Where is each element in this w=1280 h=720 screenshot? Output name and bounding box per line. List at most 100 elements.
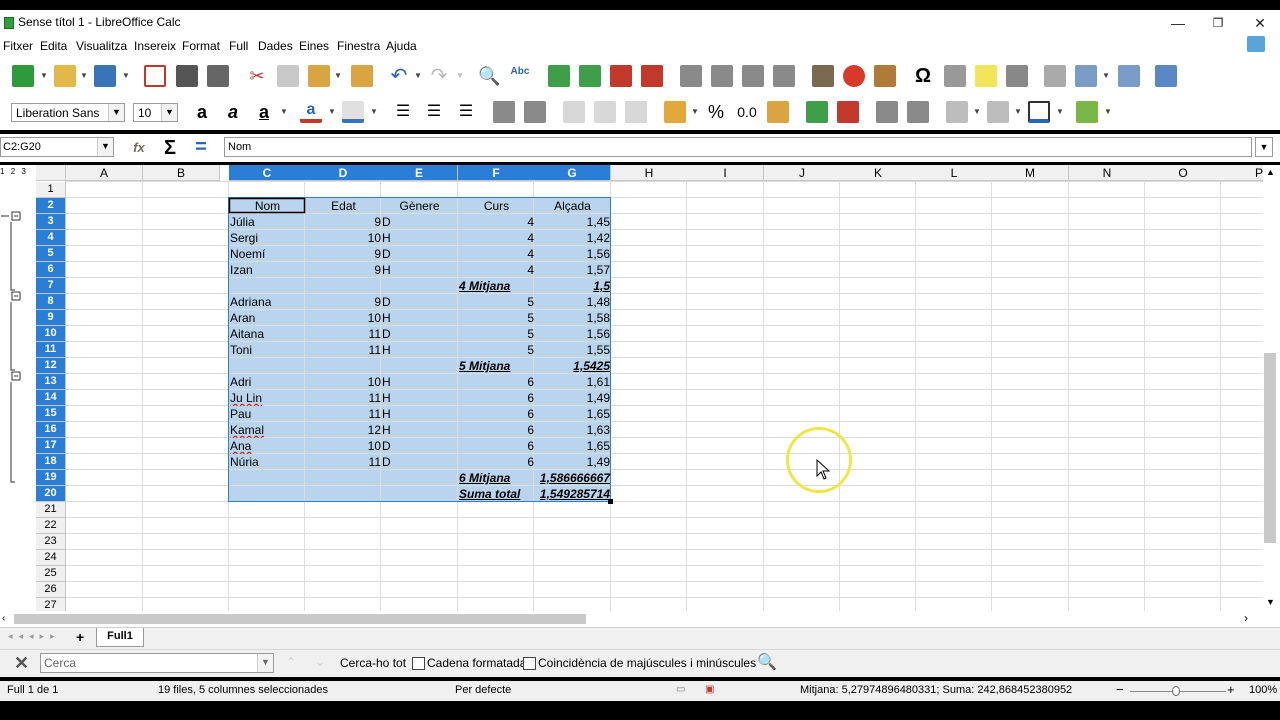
curs-cell[interactable]: 5 — [458, 294, 535, 310]
formatted-display-checkbox[interactable] — [412, 657, 425, 670]
cell-grid[interactable]: 1 2 3 ABCDEFGHIJKLMNOP 1 2 3 4 5 6 7 8 9 10 11 12 13… — [0, 165, 1265, 611]
header-alcada[interactable]: Alçada — [534, 198, 611, 214]
outline-level-1[interactable]: 1 — [0, 167, 6, 176]
number-format-icon[interactable]: 0.0 — [734, 101, 760, 123]
sort-ascending-icon[interactable] — [711, 65, 733, 87]
zoom-out-button[interactable]: − — [1116, 682, 1124, 697]
header-curs[interactable]: Curs — [458, 198, 535, 214]
row-header-15[interactable]: 15 — [36, 406, 66, 422]
align-bottom-icon[interactable] — [625, 101, 647, 123]
subtotal-label-cell[interactable]: 4 Mitjana — [458, 278, 535, 294]
autofilter-icon[interactable] — [773, 65, 795, 87]
alcada-cell[interactable]: 1,55 — [534, 342, 611, 358]
decrease-indent-icon[interactable] — [907, 101, 929, 123]
chevron-down-icon[interactable]: ▼ — [1104, 107, 1112, 116]
row-header-3[interactable]: 3 — [36, 214, 66, 230]
genere-cell[interactable]: H — [381, 262, 458, 278]
column-header-f[interactable]: F — [458, 165, 535, 181]
horizontal-scroll-thumb[interactable] — [14, 614, 586, 624]
alcada-cell[interactable]: 1,58 — [534, 310, 611, 326]
column-header-m[interactable]: M — [992, 165, 1069, 181]
find-all-button[interactable]: Cerca-ho tot — [340, 656, 406, 670]
column-header-j[interactable]: J — [764, 165, 841, 181]
edat-cell[interactable]: 11 — [305, 406, 382, 422]
insert-chart-icon[interactable] — [843, 65, 865, 87]
chevron-down-icon[interactable]: ▼ — [122, 71, 130, 80]
genere-cell[interactable]: H — [381, 310, 458, 326]
column-header-l[interactable]: L — [916, 165, 993, 181]
row-header-1[interactable]: 1 — [36, 182, 66, 198]
curs-cell[interactable]: 6 — [458, 390, 535, 406]
find-replace-icon[interactable]: 🔍 — [756, 652, 778, 674]
subtotal-label-cell[interactable]: Suma total — [458, 486, 535, 502]
column-header-k[interactable]: K — [840, 165, 917, 181]
menu-finestra[interactable]: Finestra — [337, 39, 380, 53]
formula-input[interactable]: Nom — [224, 137, 1252, 157]
minimize-button[interactable]: — — [1158, 12, 1198, 34]
chevron-down-icon[interactable]: ▼ — [280, 107, 288, 116]
copy-icon[interactable] — [277, 65, 299, 87]
row-header-21[interactable]: 21 — [36, 502, 66, 518]
genere-cell[interactable]: H — [381, 230, 458, 246]
page-style[interactable]: Per defecte — [455, 684, 511, 696]
freeze-rows-columns-icon[interactable] — [1075, 65, 1097, 87]
chevron-down-icon[interactable]: ▼ — [691, 107, 699, 116]
curs-cell[interactable]: 4 — [458, 246, 535, 262]
column-header-e[interactable]: E — [381, 165, 458, 181]
function-wizard-icon[interactable]: fx — [128, 137, 150, 159]
chevron-down-icon[interactable]: ▼ — [1102, 71, 1110, 80]
edat-cell[interactable]: 9 — [305, 246, 382, 262]
subtotal-value-cell[interactable]: 1,5425 — [534, 358, 611, 374]
define-print-area-icon[interactable] — [1044, 65, 1066, 87]
genere-cell[interactable]: D — [381, 294, 458, 310]
edat-cell[interactable]: 11 — [305, 454, 382, 470]
split-window-icon[interactable] — [1118, 65, 1140, 87]
borders-icon[interactable] — [946, 101, 968, 123]
genere-cell[interactable]: H — [381, 406, 458, 422]
alcada-cell[interactable]: 1,45 — [534, 214, 611, 230]
nom-cell[interactable]: Ju Lin — [229, 390, 306, 406]
nom-cell[interactable]: Kamal — [229, 422, 306, 438]
alcada-cell[interactable]: 1,49 — [534, 454, 611, 470]
bold-icon[interactable]: a — [191, 101, 213, 123]
subtotal-label-cell[interactable]: 6 Mitjana — [458, 470, 535, 486]
edat-cell[interactable]: 9 — [305, 214, 382, 230]
header-edat[interactable]: Edat — [305, 198, 382, 214]
chevron-down-icon[interactable]: ▼ — [370, 107, 378, 116]
alcada-cell[interactable]: 1,65 — [534, 406, 611, 422]
chevron-down-icon[interactable]: ▼ — [97, 138, 113, 156]
show-draw-functions-icon[interactable] — [1155, 65, 1177, 87]
background-color-icon[interactable] — [342, 101, 364, 123]
select-all-corner[interactable] — [36, 165, 66, 181]
paste-icon[interactable] — [308, 65, 330, 87]
row-header-17[interactable]: 17 — [36, 438, 66, 454]
scroll-right-icon[interactable]: › — [1244, 611, 1248, 625]
conditional-formatting-icon[interactable] — [1076, 101, 1098, 123]
edat-cell[interactable]: 11 — [305, 390, 382, 406]
border-color-icon[interactable] — [1028, 101, 1050, 123]
row-header-7[interactable]: 7 — [36, 278, 66, 294]
row-header-20[interactable]: 20 — [36, 486, 66, 502]
nom-cell[interactable]: Aran — [229, 310, 306, 326]
row-header-14[interactable]: 14 — [36, 390, 66, 406]
curs-cell[interactable]: 5 — [458, 342, 535, 358]
open-folder-icon[interactable] — [54, 65, 76, 87]
expand-formula-bar-button[interactable]: ▼ — [1255, 137, 1273, 157]
sum-icon[interactable]: Σ — [159, 137, 181, 159]
nom-cell[interactable]: Adri — [229, 374, 306, 390]
zoom-slider-handle[interactable] — [1172, 686, 1180, 696]
align-center-icon[interactable]: ☰ — [423, 101, 445, 123]
edat-cell[interactable]: 11 — [305, 326, 382, 342]
row-header-22[interactable]: 22 — [36, 518, 66, 534]
nom-cell[interactable]: Toni — [229, 342, 306, 358]
add-sheet-button[interactable]: + — [76, 629, 84, 645]
row-header-24[interactable]: 24 — [36, 550, 66, 566]
chevron-down-icon[interactable]: ▼ — [456, 71, 464, 80]
curs-cell[interactable]: 6 — [458, 374, 535, 390]
increase-indent-icon[interactable] — [876, 101, 898, 123]
chevron-down-icon[interactable]: ▼ — [328, 107, 336, 116]
menu-visualitza[interactable]: Visualitza — [76, 39, 127, 53]
edat-cell[interactable]: 10 — [305, 438, 382, 454]
chevron-down-icon[interactable]: ▼ — [414, 71, 422, 80]
edat-cell[interactable]: 11 — [305, 342, 382, 358]
